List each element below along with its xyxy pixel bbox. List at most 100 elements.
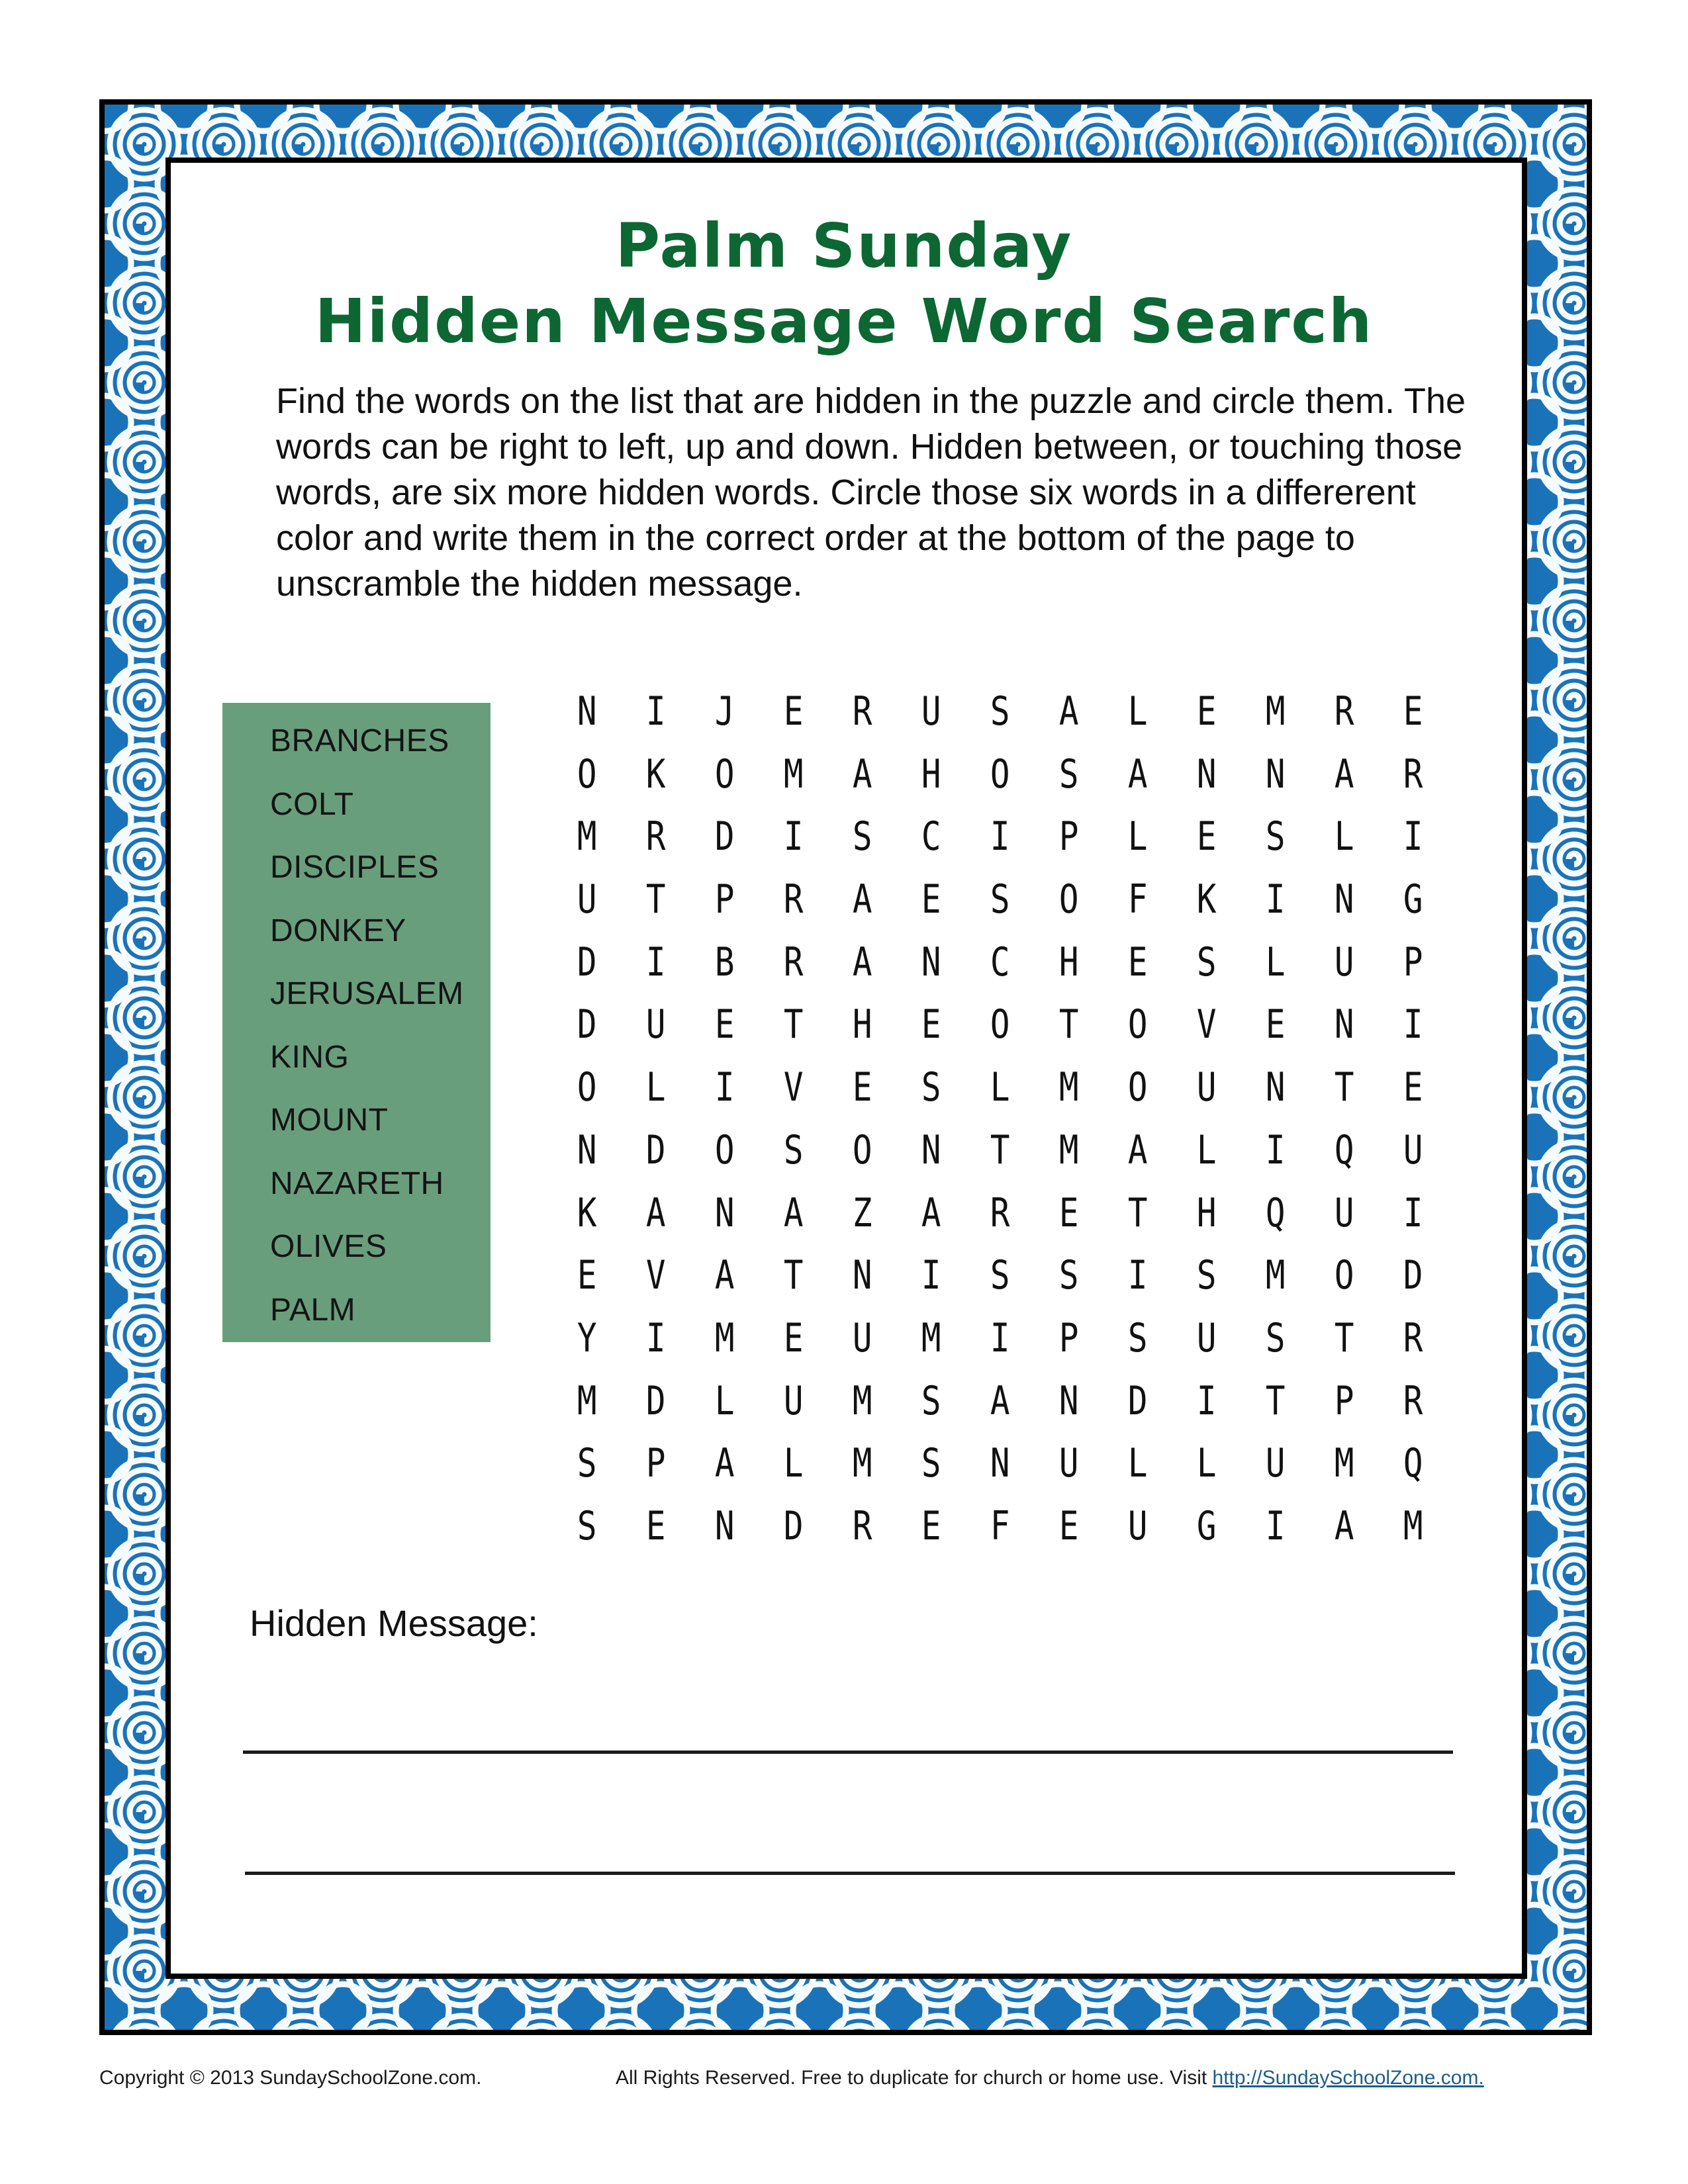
grid-letter[interactable]: S [981,688,1019,751]
grid-letter[interactable]: M [568,813,606,876]
grid-letter[interactable]: O [706,1127,743,1190]
grid-letter[interactable]: U [1050,1440,1088,1503]
grid-letter[interactable]: O [981,1001,1019,1064]
grid-letter[interactable]: I [774,813,812,876]
grid-letter[interactable]: L [1119,688,1156,751]
grid-letter[interactable]: D [637,1378,675,1441]
grid-letter[interactable]: N [912,1127,950,1190]
grid-letter[interactable]: T [981,1127,1019,1190]
grid-letter[interactable]: E [774,688,812,751]
grid-letter[interactable]: M [1050,1064,1088,1127]
grid-letter[interactable]: S [568,1440,606,1503]
grid-letter[interactable]: D [568,939,606,1002]
grid-letter[interactable]: M [1394,1503,1432,1566]
grid-letter[interactable]: T [1325,1064,1363,1127]
grid-letter[interactable]: N [706,1503,743,1566]
grid-letter[interactable]: H [912,751,950,814]
grid-letter[interactable]: U [1325,939,1363,1002]
grid-letter[interactable]: I [706,1064,743,1127]
grid-letter[interactable]: P [1050,1315,1088,1378]
grid-letter[interactable]: O [843,1127,881,1190]
grid-letter[interactable]: D [1119,1378,1156,1441]
grid-letter[interactable]: I [1188,1378,1225,1441]
grid-letter[interactable]: I [637,688,675,751]
grid-letter[interactable]: M [1050,1127,1088,1190]
grid-letter[interactable]: R [637,813,675,876]
answer-line-2[interactable] [245,1872,1455,1875]
grid-letter[interactable]: D [706,813,743,876]
grid-letter[interactable]: T [1325,1315,1363,1378]
grid-letter[interactable]: N [568,1127,606,1190]
grid-letter[interactable]: P [706,876,743,939]
grid-letter[interactable]: I [1119,1252,1156,1315]
grid-letter[interactable]: A [1119,751,1156,814]
grid-letter[interactable]: U [1119,1503,1156,1566]
grid-letter[interactable]: G [1394,876,1432,939]
grid-letter[interactable]: E [1394,1064,1432,1127]
grid-letter[interactable]: L [706,1378,743,1441]
grid-letter[interactable]: I [981,813,1019,876]
grid-letter[interactable]: P [637,1440,675,1503]
grid-letter[interactable]: L [981,1064,1019,1127]
grid-letter[interactable]: N [1050,1378,1088,1441]
grid-letter[interactable]: L [1256,939,1294,1002]
grid-letter[interactable]: L [1188,1440,1225,1503]
grid-letter[interactable]: O [568,1064,606,1127]
grid-letter[interactable]: U [1188,1064,1225,1127]
grid-letter[interactable]: E [1050,1503,1088,1566]
grid-letter[interactable]: N [1325,1001,1363,1064]
grid-letter[interactable]: K [568,1190,606,1253]
grid-letter[interactable]: O [568,751,606,814]
grid-letter[interactable]: M [1256,1252,1294,1315]
grid-letter[interactable]: E [1119,939,1156,1002]
grid-letter[interactable]: S [568,1503,606,1566]
grid-letter[interactable]: U [843,1315,881,1378]
grid-letter[interactable]: O [1119,1001,1156,1064]
grid-letter[interactable]: U [912,688,950,751]
grid-letter[interactable]: E [912,1503,950,1566]
grid-letter[interactable]: M [912,1315,950,1378]
grid-letter[interactable]: K [1188,876,1225,939]
grid-letter[interactable]: T [1256,1378,1294,1441]
grid-letter[interactable]: A [774,1190,812,1253]
grid-letter[interactable]: D [774,1503,812,1566]
grid-letter[interactable]: G [1188,1503,1225,1566]
grid-letter[interactable]: R [774,876,812,939]
grid-letter[interactable]: Z [843,1190,881,1253]
grid-letter[interactable]: N [706,1190,743,1253]
grid-letter[interactable]: L [637,1064,675,1127]
grid-letter[interactable]: P [1394,939,1432,1002]
grid-letter[interactable]: S [1188,939,1225,1002]
grid-letter[interactable]: M [1256,688,1294,751]
grid-letter[interactable]: H [843,1001,881,1064]
grid-letter[interactable]: A [843,751,881,814]
grid-letter[interactable]: I [981,1315,1019,1378]
grid-letter[interactable]: S [1050,751,1088,814]
grid-letter[interactable]: R [1394,1378,1432,1441]
grid-letter[interactable]: N [912,939,950,1002]
grid-letter[interactable]: L [1325,813,1363,876]
grid-letter[interactable]: S [1256,813,1294,876]
grid-letter[interactable]: T [637,876,675,939]
grid-letter[interactable]: N [568,688,606,751]
grid-letter[interactable]: E [843,1064,881,1127]
grid-letter[interactable]: M [1325,1440,1363,1503]
grid-letter[interactable]: E [568,1252,606,1315]
grid-letter[interactable]: I [1256,876,1294,939]
grid-letter[interactable]: N [1188,751,1225,814]
word-search-grid[interactable]: NIJERUSALEMREOKOMAHOSANNARMRDISCIPLESLIU… [568,688,1463,1566]
grid-letter[interactable]: I [1256,1503,1294,1566]
grid-letter[interactable]: I [912,1252,950,1315]
grid-letter[interactable]: I [1394,1190,1432,1253]
grid-letter[interactable]: L [1119,1440,1156,1503]
grid-letter[interactable]: H [1188,1190,1225,1253]
grid-letter[interactable]: R [774,939,812,1002]
grid-letter[interactable]: J [706,688,743,751]
grid-letter[interactable]: V [637,1252,675,1315]
grid-letter[interactable]: L [774,1440,812,1503]
grid-letter[interactable]: U [774,1378,812,1441]
grid-letter[interactable]: N [1325,876,1363,939]
grid-letter[interactable]: P [1325,1378,1363,1441]
grid-letter[interactable]: T [1050,1001,1088,1064]
grid-letter[interactable]: F [981,1503,1019,1566]
